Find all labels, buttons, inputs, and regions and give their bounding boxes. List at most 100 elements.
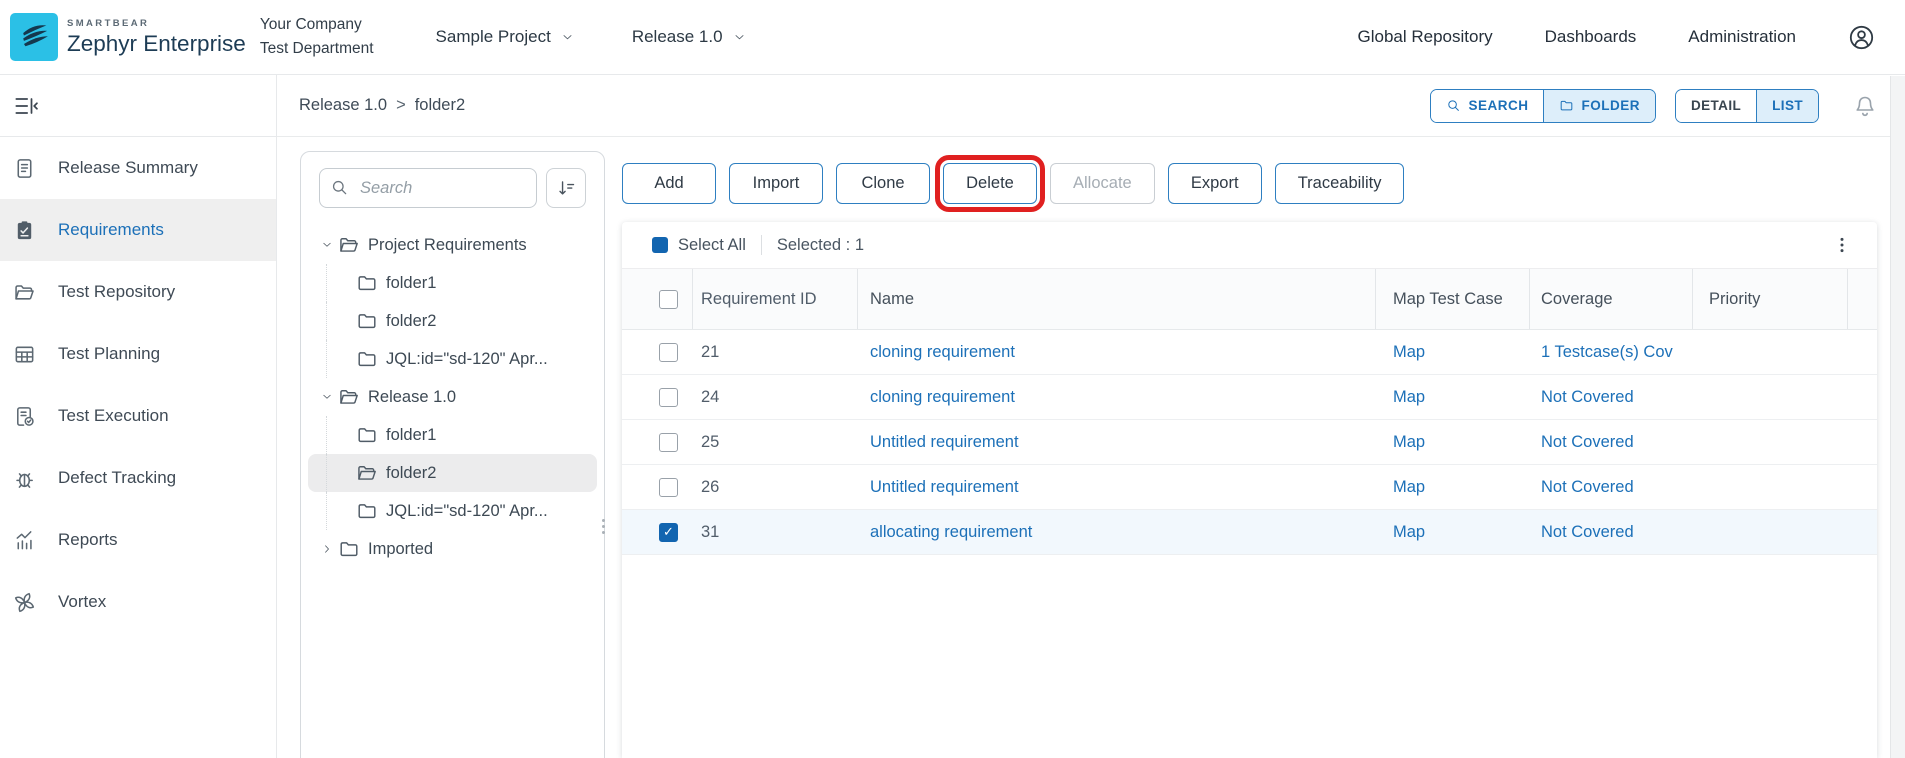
requirement-id: 26 (693, 478, 858, 497)
toolbar-button[interactable]: Delete (943, 163, 1037, 204)
project-dropdown[interactable]: Sample Project (436, 27, 574, 47)
bug-icon (13, 467, 36, 490)
pinwheel-icon (13, 591, 36, 614)
tree-node[interactable]: folder1 (308, 416, 597, 454)
user-avatar-icon[interactable] (1848, 24, 1875, 51)
coverage-link[interactable]: Not Covered (1530, 388, 1693, 407)
map-link[interactable]: Map (1393, 478, 1425, 496)
search-folder-toggle: SEARCH FOLDER (1430, 89, 1656, 123)
tree-node[interactable]: Release 1.0 (308, 378, 597, 416)
tree-node[interactable]: JQL:id="sd-120" Apr... (308, 340, 597, 378)
table-row[interactable]: 26 Untitled requirement Map Not Covered (622, 465, 1877, 510)
requirement-name-link[interactable]: Untitled requirement (858, 478, 1376, 497)
toolbar-button[interactable]: Import (729, 163, 823, 204)
toggle-segment[interactable]: LIST (1756, 90, 1818, 122)
sidebar-item-label: Test Planning (58, 344, 160, 364)
kebab-menu-icon[interactable] (1833, 235, 1851, 255)
select-all-checkbox[interactable] (652, 237, 668, 253)
requirement-id: 24 (693, 388, 858, 407)
scrollbar-track[interactable] (1890, 76, 1905, 758)
row-checkbox[interactable] (659, 388, 678, 407)
breadcrumb-folder[interactable]: folder2 (415, 96, 465, 115)
grid-icon (13, 343, 36, 366)
sidebar-item[interactable]: Defect Tracking (0, 447, 276, 509)
requirement-id: 21 (693, 343, 858, 362)
sidebar-item[interactable]: Test Repository (0, 261, 276, 323)
panel-resize-handle[interactable] (602, 519, 605, 534)
row-checkbox[interactable] (659, 523, 678, 542)
tree-node[interactable]: folder1 (308, 264, 597, 302)
nav-dashboards[interactable]: Dashboards (1545, 27, 1637, 47)
smartbear-wordmark: SMARTBEAR (67, 18, 246, 29)
tree-node[interactable]: folder2 (308, 454, 597, 492)
tree-node[interactable]: Project Requirements (308, 226, 597, 264)
sort-button[interactable] (546, 168, 586, 208)
nav-global-repository[interactable]: Global Repository (1357, 27, 1492, 47)
bell-icon[interactable] (1853, 93, 1877, 119)
tree-node-label: JQL:id="sd-120" Apr... (386, 502, 548, 521)
map-link[interactable]: Map (1393, 343, 1425, 361)
coverage-link[interactable]: Not Covered (1530, 523, 1693, 542)
coverage-link[interactable]: Not Covered (1530, 433, 1693, 452)
clipboard-icon (13, 219, 36, 242)
coverage-link[interactable]: 1 Testcase(s) Cov (1530, 343, 1693, 362)
requirement-name-link[interactable]: allocating requirement (858, 523, 1376, 542)
breadcrumb-release[interactable]: Release 1.0 (299, 96, 387, 115)
selection-bar: Select All Selected : 1 (622, 222, 1877, 268)
sidebar-item[interactable]: Test Planning (0, 323, 276, 385)
view-controls: SEARCH FOLDER (1430, 89, 1877, 123)
tree-search-input[interactable] (319, 168, 537, 208)
toolbar-button[interactable]: Allocate (1050, 163, 1155, 204)
sidebar-item[interactable]: Release Summary (0, 137, 276, 199)
toolbar-button[interactable]: Clone (836, 163, 930, 204)
table-row[interactable]: 25 Untitled requirement Map Not Covered (622, 420, 1877, 465)
column-map-test-case: Map Test Case (1376, 269, 1530, 329)
segment-label: LIST (1772, 98, 1803, 113)
row-checkbox[interactable] (659, 478, 678, 497)
tree-node[interactable]: Imported (308, 530, 597, 568)
requirement-name-link[interactable]: Untitled requirement (858, 433, 1376, 452)
sidebar-item[interactable]: Reports (0, 509, 276, 571)
column-requirement-id: Requirement ID (693, 269, 858, 329)
map-link[interactable]: Map (1393, 523, 1425, 541)
sidebar-item[interactable]: Test Execution (0, 385, 276, 447)
search-icon (330, 178, 349, 197)
table-row[interactable]: 24 cloning requirement Map Not Covered (622, 375, 1877, 420)
breadcrumb-bar: Release 1.0 > folder2 SEARCH (277, 75, 1905, 137)
toolbar-button[interactable]: Add (622, 163, 716, 204)
header-checkbox[interactable] (659, 290, 678, 309)
chevron-right-icon (321, 543, 333, 555)
toolbar-button[interactable]: Traceability (1275, 163, 1405, 204)
segment-label: SEARCH (1468, 98, 1528, 113)
requirement-name-link[interactable]: cloning requirement (858, 343, 1376, 362)
sidebar-item[interactable]: Requirements (0, 199, 276, 261)
column-name: Name (858, 269, 1376, 329)
table-header: Requirement ID Name Map Test Case Covera… (622, 268, 1877, 330)
release-dropdown[interactable]: Release 1.0 (632, 27, 746, 47)
breadcrumb: Release 1.0 > folder2 (299, 96, 465, 115)
tree-node[interactable]: folder2 (308, 302, 597, 340)
toggle-segment[interactable]: DETAIL (1676, 90, 1756, 122)
row-checkbox[interactable] (659, 433, 678, 452)
toggle-segment[interactable]: FOLDER (1543, 90, 1655, 122)
tree-node-label: Release 1.0 (368, 388, 456, 407)
detail-list-toggle: DETAIL LIST (1675, 89, 1819, 123)
sidebar-nav: Release Summary Requirements Test Reposi… (0, 137, 276, 633)
map-link[interactable]: Map (1393, 433, 1425, 451)
sidebar-item-label: Reports (58, 530, 118, 550)
toggle-segment[interactable]: SEARCH (1431, 90, 1543, 122)
map-link[interactable]: Map (1393, 388, 1425, 406)
sidebar-item[interactable]: Vortex (0, 571, 276, 633)
requirement-name-link[interactable]: cloning requirement (858, 388, 1376, 407)
tree-node[interactable]: JQL:id="sd-120" Apr... (308, 492, 597, 530)
select-all-label: Select All (678, 236, 746, 255)
row-checkbox[interactable] (659, 343, 678, 362)
folder-open-icon (338, 234, 360, 256)
folder-closed-icon (356, 310, 378, 332)
nav-administration[interactable]: Administration (1688, 27, 1796, 47)
coverage-link[interactable]: Not Covered (1530, 478, 1693, 497)
table-row[interactable]: 21 cloning requirement Map 1 Testcase(s)… (622, 330, 1877, 375)
table-row[interactable]: 31 allocating requirement Map Not Covere… (622, 510, 1877, 555)
collapse-sidebar-icon[interactable] (12, 93, 38, 119)
toolbar-button[interactable]: Export (1168, 163, 1262, 204)
